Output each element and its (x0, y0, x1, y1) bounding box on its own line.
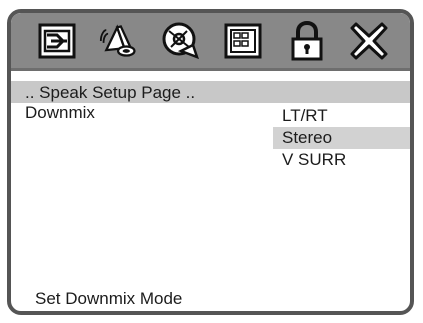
page-title: .. Speak Setup Page .. (25, 83, 196, 102)
video-setup-icon[interactable] (161, 21, 201, 61)
speaker-setup-icon[interactable] (99, 21, 139, 61)
option-v-surr[interactable]: V SURR (273, 149, 410, 171)
password-lock-icon[interactable] (287, 21, 327, 61)
option-lt-rt[interactable]: LT/RT (273, 105, 410, 127)
exit-icon[interactable] (349, 21, 389, 61)
osd-window: .. Speak Setup Page .. Downmix LT/RT Ste… (7, 9, 414, 315)
help-status-text: Set Downmix Mode (35, 289, 183, 308)
downmix-options-list: LT/RT Stereo V SURR (273, 105, 410, 171)
setup-icon-bar (11, 13, 410, 71)
option-stereo[interactable]: Stereo (273, 127, 410, 149)
general-setup-icon[interactable] (37, 21, 77, 61)
preference-setup-icon[interactable] (223, 21, 263, 61)
page-title-row: .. Speak Setup Page .. (11, 81, 410, 103)
downmix-setting-label[interactable]: Downmix (25, 103, 95, 123)
